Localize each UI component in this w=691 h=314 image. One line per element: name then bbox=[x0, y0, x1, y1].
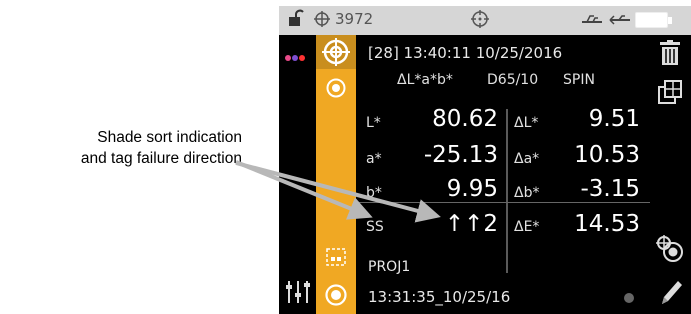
callout-arrows bbox=[235, 160, 441, 223]
